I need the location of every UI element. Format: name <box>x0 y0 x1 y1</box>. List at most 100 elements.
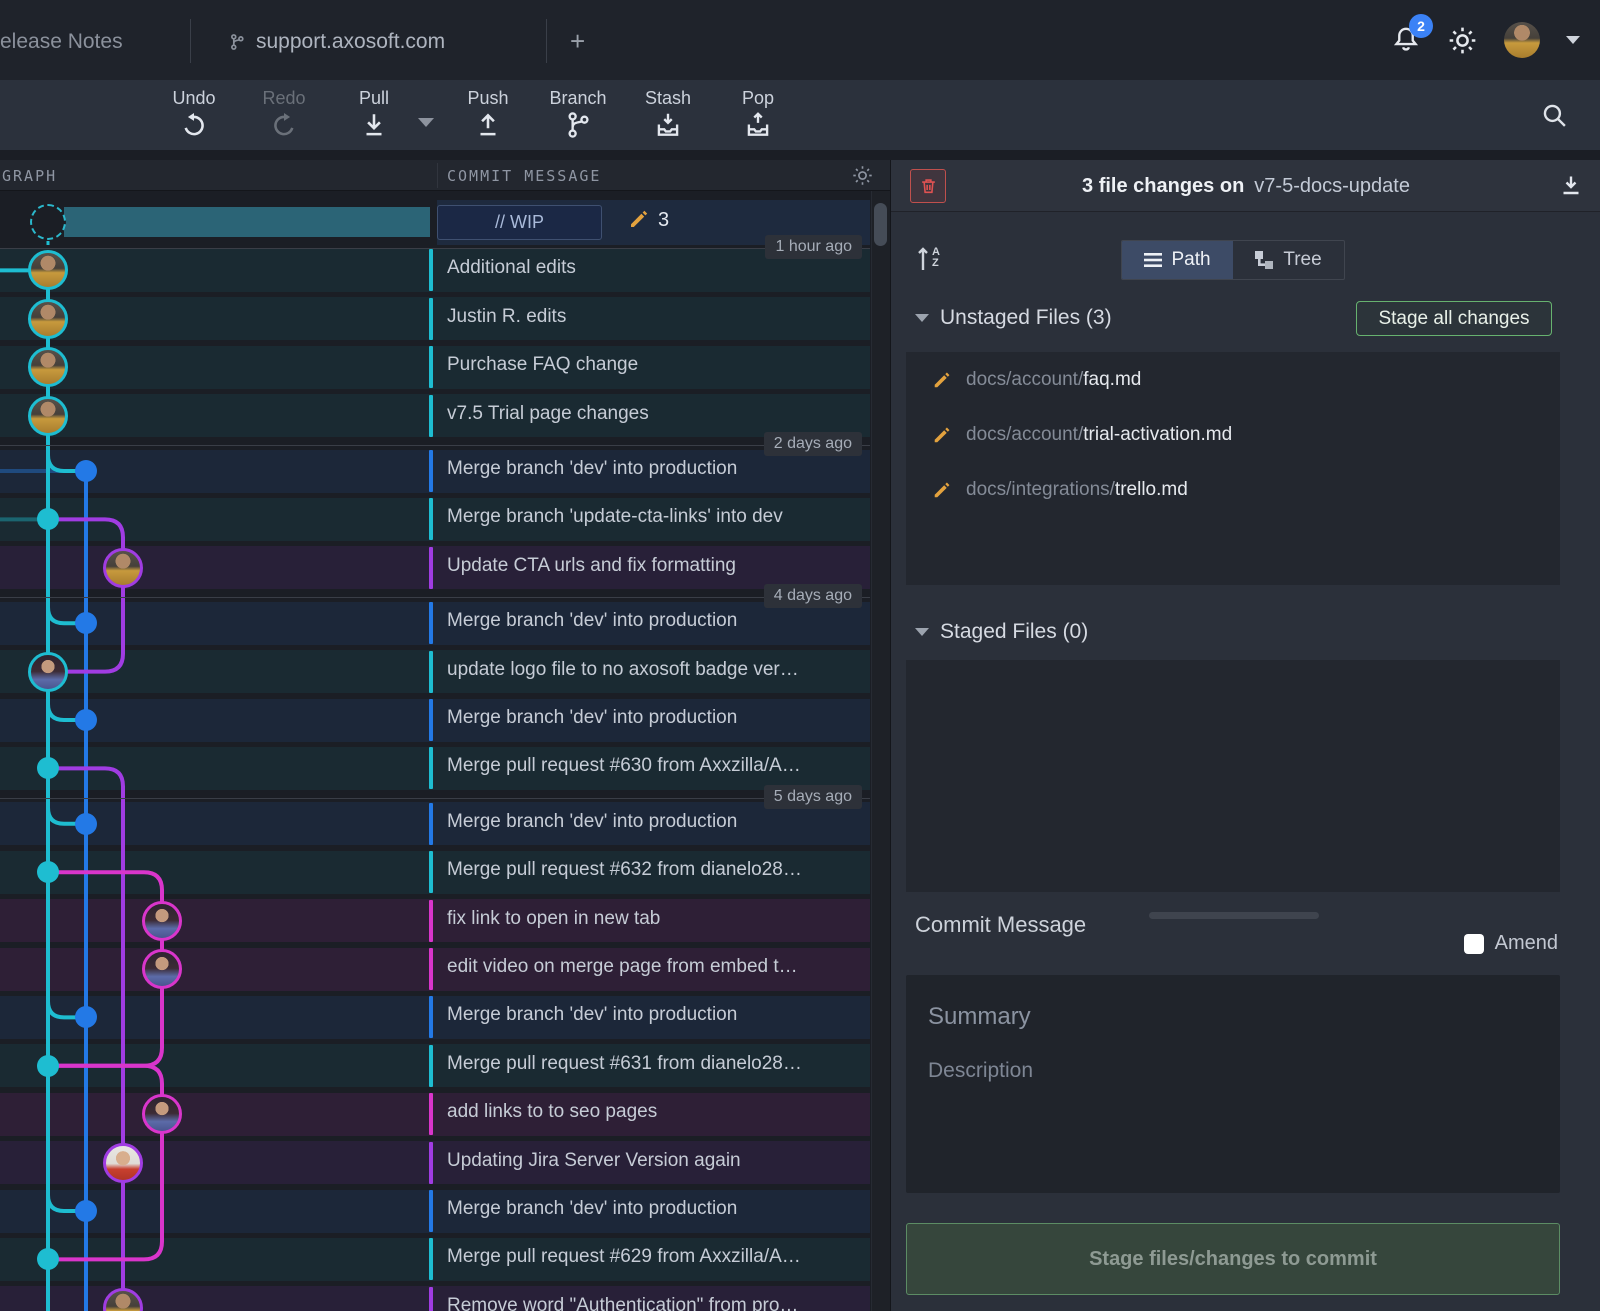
repo-branch-icon <box>228 31 246 53</box>
redo-icon <box>269 110 299 140</box>
stash-icon <box>653 110 683 140</box>
search-icon[interactable] <box>1541 102 1568 129</box>
commit-avatar-node[interactable] <box>28 347 68 387</box>
view-toggle-path[interactable]: Path <box>1122 241 1233 279</box>
commit-message[interactable]: Merge branch 'dev' into production <box>447 707 855 733</box>
commit-message[interactable]: Merge branch 'dev' into production <box>447 811 855 837</box>
tab-repo[interactable]: support.axosoft.com <box>228 30 445 54</box>
commit-avatar-node[interactable] <box>103 1143 143 1183</box>
amend-label: Amend <box>1495 932 1558 955</box>
push-icon <box>473 110 503 140</box>
commit-dot-node[interactable] <box>75 813 97 835</box>
pop-button[interactable]: Pop <box>716 84 800 146</box>
graph-settings-gear-icon[interactable] <box>851 164 874 187</box>
settings-gear-icon[interactable] <box>1447 25 1478 56</box>
file-path: docs/integrations/trello.md <box>966 479 1188 501</box>
commit-message[interactable]: Purchase FAQ change <box>447 354 855 380</box>
commit-graph-area: Additional edits Justin R. edits Purchase … <box>0 0 890 1311</box>
commit-avatar-node[interactable] <box>28 396 68 436</box>
commit-avatar-node[interactable] <box>142 1094 182 1134</box>
commit-message[interactable]: fix link to open in new tab <box>447 908 855 934</box>
branch-color-bar <box>429 851 433 893</box>
push-button[interactable]: Push <box>446 84 530 146</box>
file-path: docs/account/faq.md <box>966 369 1141 391</box>
notifications-bell-icon[interactable]: 2 <box>1391 24 1421 56</box>
wip-node[interactable] <box>30 204 66 240</box>
commit-avatar-node[interactable] <box>103 548 143 588</box>
branch-color-bar <box>429 948 433 990</box>
commit-message[interactable]: v7.5 Trial page changes <box>447 403 855 429</box>
download-patch-icon[interactable] <box>1559 173 1583 198</box>
commit-message[interactable]: Merge pull request #631 from dianelo28… <box>447 1053 855 1079</box>
file-view-toggle: Path Tree <box>1121 240 1345 280</box>
collapse-caret-icon <box>915 314 929 322</box>
staged-files-header[interactable]: Staged Files (0) <box>915 620 1088 644</box>
commit-message[interactable]: Merge branch 'dev' into production <box>447 1198 855 1224</box>
commit-avatar-node[interactable] <box>142 949 182 989</box>
user-avatar[interactable] <box>1504 22 1540 58</box>
pop-icon <box>743 110 773 140</box>
unstaged-file-row[interactable]: docs/account/faq.md <box>906 360 1560 400</box>
new-tab-button[interactable]: + <box>570 26 585 57</box>
description-placeholder: Description <box>928 1059 1033 1083</box>
unstaged-file-row[interactable]: docs/account/trial-activation.md <box>906 415 1560 455</box>
account-caret-icon[interactable] <box>1566 36 1580 44</box>
commit-message[interactable]: Merge branch 'update-cta-links' into dev <box>447 506 855 532</box>
commit-message[interactable]: Additional edits <box>447 257 855 283</box>
commit-dot-node[interactable] <box>75 709 97 731</box>
unstaged-file-list: docs/account/faq.md docs/account/trial-ac… <box>906 352 1560 585</box>
stage-all-changes-button[interactable]: Stage all changes <box>1356 301 1552 336</box>
summary-placeholder: Summary <box>928 1003 1031 1031</box>
view-toggle-tree[interactable]: Tree <box>1233 241 1344 279</box>
commit-message[interactable]: Justin R. edits <box>447 306 855 332</box>
branch-color-bar <box>429 346 433 388</box>
commit-message[interactable]: edit video on merge page from embed t… <box>447 956 855 982</box>
stage-to-commit-button[interactable]: Stage files/changes to commit <box>906 1223 1560 1295</box>
branch-color-bar <box>429 1142 433 1184</box>
commit-message[interactable]: Updating Jira Server Version again <box>447 1150 855 1176</box>
undo-button[interactable]: Undo <box>152 84 236 146</box>
pull-options-caret-icon[interactable] <box>418 118 434 127</box>
commit-message[interactable]: Merge branch 'dev' into production <box>447 458 855 484</box>
commit-message[interactable]: Merge pull request #632 from dianelo28… <box>447 859 855 885</box>
modified-pencil-icon <box>932 480 952 500</box>
commit-message[interactable]: Merge branch 'dev' into production <box>447 1004 855 1030</box>
commit-avatar-node[interactable] <box>28 652 68 692</box>
unstaged-file-row[interactable]: docs/integrations/trello.md <box>906 470 1560 510</box>
sort-files-icon[interactable]: AZ <box>915 245 940 273</box>
main-toolbar: Undo Redo Pull Push Branch <box>0 80 1600 150</box>
branch-color-bar <box>429 547 433 589</box>
branch-color-bar <box>429 803 433 845</box>
commit-avatar-node[interactable] <box>142 901 182 941</box>
commit-message[interactable]: update logo file to no axosoft badge ver… <box>447 659 855 685</box>
commit-message[interactable]: Merge pull request #630 from Axxzilla/A… <box>447 755 855 781</box>
unstaged-files-header[interactable]: Unstaged Files (3) <box>915 306 1112 330</box>
tab-divider <box>190 19 191 63</box>
current-branch-name: v7-5-docs-update <box>1254 175 1410 198</box>
tree-icon <box>1255 251 1274 269</box>
commit-message[interactable]: add links to to seo pages <box>447 1101 855 1127</box>
panel-resize-handle[interactable] <box>1149 912 1319 919</box>
branch-color-bar <box>429 900 433 942</box>
commit-message[interactable]: Merge pull request #629 from Axxzilla/A… <box>447 1246 855 1272</box>
staged-file-list <box>906 660 1560 892</box>
branch-button[interactable]: Branch <box>536 84 620 146</box>
tab-release-notes[interactable]: elease Notes <box>0 30 123 54</box>
commit-message[interactable]: Remove word "Authentication" from pro… <box>447 1295 855 1311</box>
commit-message[interactable]: Update CTA urls and fix formatting <box>447 555 855 581</box>
commit-dot-node[interactable] <box>37 1055 59 1077</box>
branch-color-bar <box>429 498 433 540</box>
amend-checkbox[interactable] <box>1464 934 1484 954</box>
commit-message[interactable]: Merge branch 'dev' into production <box>447 610 855 636</box>
notification-count-badge: 2 <box>1409 14 1433 38</box>
commit-message-input[interactable]: Summary Description <box>906 975 1560 1193</box>
wip-label[interactable]: // WIP <box>437 205 602 240</box>
commit-dot-node[interactable] <box>75 1200 97 1222</box>
commit-avatar-node[interactable] <box>28 299 68 339</box>
column-separator <box>437 163 438 188</box>
stash-button[interactable]: Stash <box>626 84 710 146</box>
commit-dot-node[interactable] <box>75 460 97 482</box>
pull-button[interactable]: Pull <box>332 84 416 146</box>
redo-button[interactable]: Redo <box>242 84 326 146</box>
modified-pencil-icon <box>628 208 650 230</box>
